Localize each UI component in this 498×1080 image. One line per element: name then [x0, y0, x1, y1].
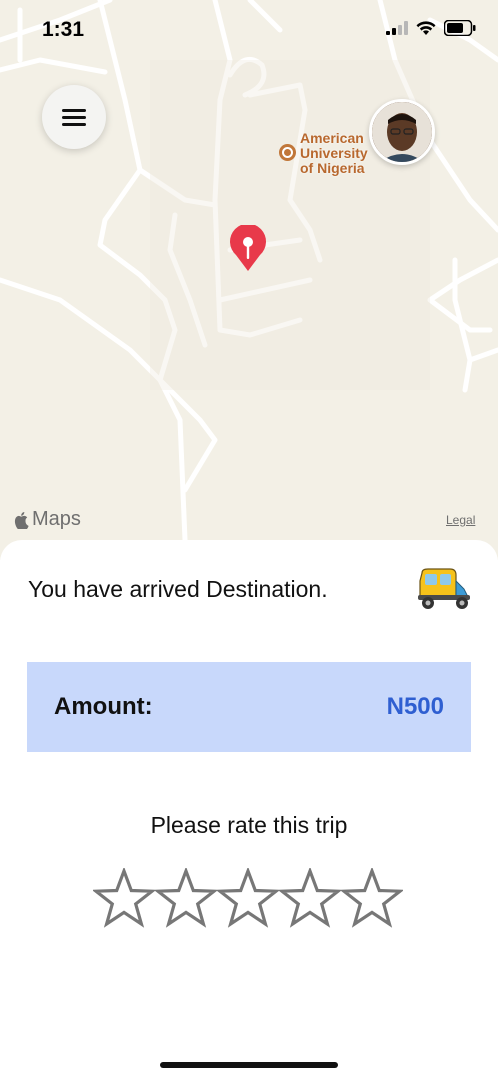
amount-label: Amount:: [54, 693, 153, 720]
status-bar: 1:31: [0, 0, 498, 60]
star-5-icon[interactable]: [341, 868, 403, 930]
maps-attribution-text: Maps: [32, 508, 81, 530]
poi-label-line: University: [300, 145, 368, 161]
cellular-signal-icon: [386, 21, 408, 35]
map-roads: [0, 0, 498, 543]
driver-avatar[interactable]: [369, 99, 435, 165]
tuktuk-icon: [418, 568, 470, 609]
rate-trip-prompt: Please rate this trip: [150, 812, 348, 838]
star-4-icon[interactable]: [279, 868, 341, 930]
arrival-message: You have arrived Destination.: [28, 576, 328, 602]
star-1-icon[interactable]: [93, 868, 155, 930]
wifi-icon: [416, 20, 436, 35]
poi-american-university-of-nigeria[interactable]: American University of Nigeria: [279, 131, 368, 176]
poi-label-line: of Nigeria: [300, 160, 365, 176]
status-time: 1:31: [42, 18, 85, 41]
star-2-icon[interactable]: [155, 868, 217, 930]
university-icon: [279, 144, 296, 161]
legal-link[interactable]: Legal: [446, 513, 475, 527]
amount-box: Amount: N500: [27, 662, 471, 752]
hamburger-menu-icon: [62, 105, 86, 130]
apple-maps-attribution: Maps: [14, 508, 81, 531]
poi-label-line: American: [300, 130, 364, 146]
home-indicator[interactable]: [160, 1062, 338, 1068]
poi-label: American University of Nigeria: [300, 131, 368, 176]
star-3-icon[interactable]: [217, 868, 279, 930]
star-rating: [93, 868, 403, 930]
status-icons: [386, 20, 476, 36]
battery-icon: [444, 20, 476, 36]
trip-summary-sheet: You have arrived Destination. Amount: N5…: [0, 540, 498, 1080]
apple-logo-icon: [14, 511, 29, 529]
amount-value: N500: [386, 693, 444, 720]
menu-button[interactable]: [42, 85, 106, 149]
destination-pin-icon[interactable]: [228, 225, 268, 273]
map-view[interactable]: American University of Nigeria Maps Lega…: [0, 0, 498, 560]
